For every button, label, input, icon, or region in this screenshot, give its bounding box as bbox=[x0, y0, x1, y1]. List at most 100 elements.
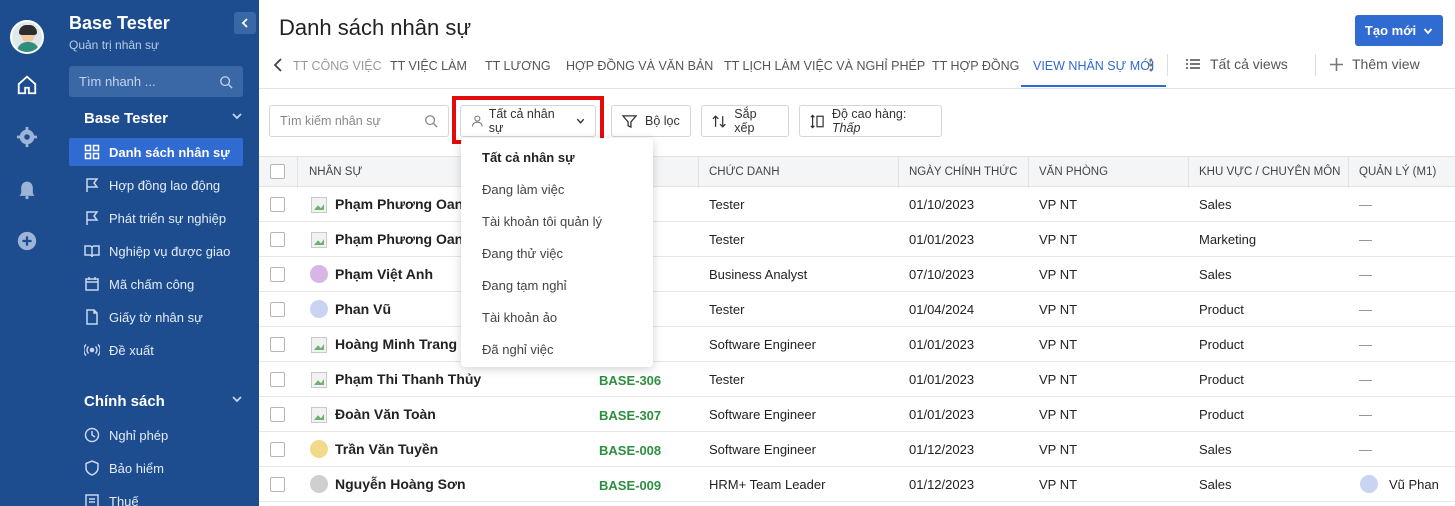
manager-cell[interactable]: Vũ Phan bbox=[1389, 477, 1439, 492]
bell-icon[interactable] bbox=[15, 178, 39, 202]
more-vertical-icon[interactable] bbox=[1149, 58, 1153, 75]
sidebar-item-label: Danh sách nhân sự bbox=[109, 144, 230, 160]
tab-new-employee-view[interactable]: VIEW NHÂN SỰ MỚI bbox=[1033, 59, 1154, 73]
sidebar-item-assigned-duties[interactable]: Nghiệp vụ được giao bbox=[69, 237, 243, 265]
office-cell: VP NT bbox=[1039, 372, 1078, 387]
sidebar-search-input[interactable]: Tìm nhanh ... bbox=[69, 66, 243, 97]
sidebar-item-tax[interactable]: Thuế bbox=[69, 487, 243, 506]
section-title-policy[interactable]: Chính sách bbox=[84, 393, 165, 410]
row-checkbox[interactable] bbox=[270, 442, 285, 457]
row-checkbox[interactable] bbox=[270, 302, 285, 317]
sidebar-item-labor-contract[interactable]: Hợp đồng lao động bbox=[69, 171, 243, 199]
row-checkbox[interactable] bbox=[270, 197, 285, 212]
table-row[interactable]: Phạm Việt Anh3Business Analyst07/10/2023… bbox=[259, 257, 1455, 292]
sidebar-item-timekeeping[interactable]: Mã chấm công bbox=[69, 270, 243, 298]
sidebar-item-career[interactable]: Phát triển sự nghiệp bbox=[69, 204, 243, 232]
employee-name[interactable]: Phan Vũ bbox=[335, 301, 391, 317]
user-avatar[interactable] bbox=[10, 20, 44, 54]
brand-subtitle: Quản trị nhân sự bbox=[69, 38, 160, 52]
area-cell: Sales bbox=[1199, 442, 1232, 457]
column-header-area[interactable]: KHU VỰC / CHUYÊN MÔN bbox=[1199, 166, 1340, 178]
employee-name[interactable]: Phạm Thi Thanh Thủy bbox=[335, 371, 481, 387]
office-cell: VP NT bbox=[1039, 302, 1078, 317]
menu-item-probation[interactable]: Đang thử việc bbox=[482, 246, 563, 261]
sidebar-search-placeholder: Tìm nhanh ... bbox=[79, 74, 156, 89]
employee-search-input[interactable]: Tìm kiếm nhân sự bbox=[269, 105, 449, 137]
employee-name[interactable]: Phạm Phương Oanh bbox=[335, 231, 472, 247]
tab-job-info[interactable]: TT CÔNG VIỆC bbox=[293, 59, 382, 73]
official-date-cell: 01/01/2023 bbox=[909, 337, 975, 352]
column-header-official-date[interactable]: NGÀY CHÍNH THỨC bbox=[909, 166, 1017, 178]
employee-name[interactable]: Trần Văn Tuyền bbox=[335, 441, 438, 457]
row-height-button[interactable]: Độ cao hàng: Thấp bbox=[799, 105, 942, 137]
plus-circle-icon[interactable] bbox=[15, 229, 39, 253]
section-title-base-tester[interactable]: Base Tester bbox=[84, 110, 168, 127]
select-all-checkbox[interactable] bbox=[270, 164, 285, 179]
sidebar: Base Tester Quản trị nhân sự Tìm nhanh .… bbox=[54, 0, 259, 506]
add-view-button[interactable]: Thêm view bbox=[1330, 56, 1420, 72]
sort-button[interactable]: Sắp xếp bbox=[701, 105, 789, 137]
tab-salary-info[interactable]: TT LƯƠNG bbox=[485, 59, 551, 73]
row-height-icon bbox=[810, 114, 824, 128]
job-title-cell: Tester bbox=[709, 197, 745, 212]
column-header-employee[interactable]: NHÂN SỰ bbox=[309, 166, 362, 178]
row-checkbox[interactable] bbox=[270, 232, 285, 247]
sidebar-item-employee-list[interactable]: Danh sách nhân sự bbox=[69, 138, 243, 166]
tab-schedule-leave[interactable]: TT LỊCH LÀM VIỆC VÀ NGHỈ PHÉP bbox=[724, 59, 925, 73]
chevron-left-icon bbox=[241, 18, 248, 28]
manager-cell: — bbox=[1359, 407, 1372, 422]
table-row[interactable]: Phạm Phương Oanh0Tester01/10/2023VP NTSa… bbox=[259, 187, 1455, 222]
table-row[interactable]: Phạm Phương Oanh1Tester01/01/2023VP NTMa… bbox=[259, 222, 1455, 257]
employee-name[interactable]: Phạm Việt Anh bbox=[335, 266, 433, 282]
column-header-title[interactable]: CHỨC DANH bbox=[709, 166, 780, 178]
table-row[interactable]: Phạm Thi Thanh Thủy BASE-306 Tester 01/01/2… bbox=[259, 362, 1455, 397]
collapse-sidebar-button[interactable] bbox=[234, 12, 256, 34]
sidebar-item-label: Phát triển sự nghiệp bbox=[109, 210, 227, 226]
row-checkbox[interactable] bbox=[270, 477, 285, 492]
employee-code: BASE-008 bbox=[599, 443, 662, 458]
sidebar-item-insurance[interactable]: Bảo hiểm bbox=[69, 454, 243, 482]
row-checkbox[interactable] bbox=[270, 337, 285, 352]
filter-button[interactable]: Bộ lọc bbox=[611, 105, 691, 137]
table-row[interactable]: Hoàng Minh Trang5Software Engineer01/01/… bbox=[259, 327, 1455, 362]
row-checkbox[interactable] bbox=[270, 372, 285, 387]
sidebar-item-leave[interactable]: Nghỉ phép bbox=[69, 421, 243, 449]
chevron-down-icon[interactable] bbox=[231, 393, 243, 408]
all-views-button[interactable]: Tất cả views bbox=[1186, 56, 1288, 72]
employee-status-dropdown[interactable]: Tất cả nhân sự bbox=[460, 105, 596, 137]
sidebar-item-documents[interactable]: Giấy tờ nhân sự bbox=[69, 303, 243, 331]
table-row[interactable]: Trần Văn Tuyền BASE-008 Software Engineer 0… bbox=[259, 432, 1455, 467]
employee-name[interactable]: Đoàn Văn Toàn bbox=[335, 406, 436, 422]
gear-icon[interactable] bbox=[15, 125, 39, 149]
office-cell: VP NT bbox=[1039, 442, 1078, 457]
employee-name[interactable]: Phạm Phương Oanh bbox=[335, 196, 472, 212]
home-icon[interactable] bbox=[15, 73, 39, 97]
chevron-left-icon[interactable] bbox=[273, 57, 283, 76]
manager-cell: — bbox=[1359, 372, 1372, 387]
menu-item-virtual-account[interactable]: Tài khoản ảo bbox=[482, 310, 557, 325]
tab-employment-info[interactable]: TT VIỆC LÀM bbox=[390, 59, 467, 73]
row-checkbox[interactable] bbox=[270, 267, 285, 282]
employee-name[interactable]: Hoàng Minh Trang bbox=[335, 336, 457, 352]
tab-contracts-docs[interactable]: HỢP ĐỒNG VÀ VĂN BẢN bbox=[566, 59, 713, 73]
all-views-label: Tất cả views bbox=[1210, 56, 1288, 72]
menu-item-resigned[interactable]: Đã nghỉ việc bbox=[482, 342, 554, 357]
column-header-office[interactable]: VĂN PHÒNG bbox=[1039, 166, 1108, 178]
sidebar-item-proposal[interactable]: Đề xuất bbox=[69, 336, 243, 364]
chevron-down-icon[interactable] bbox=[231, 110, 243, 125]
employee-name[interactable]: Nguyễn Hoàng Sơn bbox=[335, 476, 466, 492]
column-header-manager[interactable]: QUẢN LÝ (M1) bbox=[1359, 166, 1436, 178]
row-checkbox[interactable] bbox=[270, 407, 285, 422]
sort-label: Sắp xếp bbox=[734, 107, 757, 135]
menu-item-working[interactable]: Đang làm việc bbox=[482, 182, 564, 197]
tab-contract-info[interactable]: TT HỢP ĐỒNG bbox=[932, 59, 1019, 73]
table-row[interactable]: Đoàn Văn Toàn BASE-307 Software Engineer 01… bbox=[259, 397, 1455, 432]
table-row[interactable]: Phan Vũ4Tester01/04/2024VP NTProduct— bbox=[259, 292, 1455, 327]
job-title-cell: Software Engineer bbox=[709, 442, 816, 457]
menu-item-temporary-leave[interactable]: Đang tạm nghỉ bbox=[482, 278, 567, 293]
create-new-button[interactable]: Tạo mới bbox=[1355, 15, 1443, 46]
office-cell: VP NT bbox=[1039, 477, 1078, 492]
menu-item-my-managed[interactable]: Tài khoản tôi quản lý bbox=[482, 214, 602, 229]
table-row[interactable]: Nguyễn Hoàng Sơn BASE-009 HRM+ Team Leader… bbox=[259, 467, 1455, 502]
menu-item-all[interactable]: Tất cả nhân sự bbox=[482, 150, 575, 165]
